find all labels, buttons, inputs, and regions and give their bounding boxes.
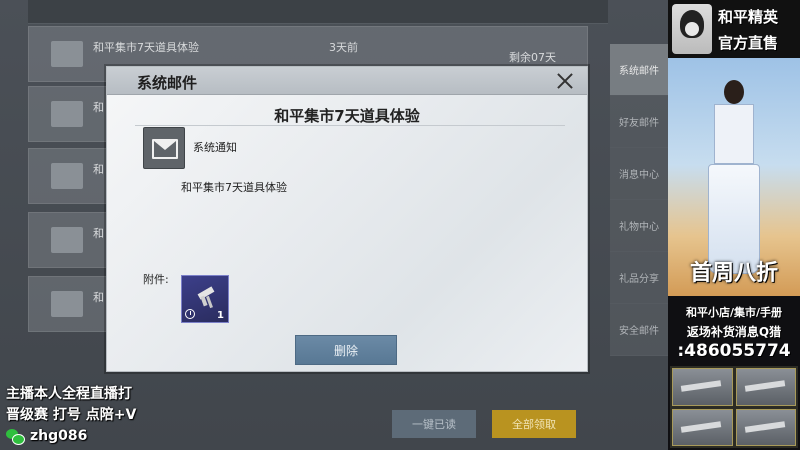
mail-body-text: 和平集市7天道具体验 [181, 181, 287, 194]
streamer-avatar [672, 4, 712, 54]
ad-item-thumbnail [735, 368, 796, 406]
wechat-icon [6, 428, 25, 445]
mail-row-remain: 剩余07天 [509, 51, 556, 64]
tab-gift-share[interactable]: 礼品分享 [610, 252, 668, 304]
ad-item-thumbnail [672, 368, 733, 406]
divider [135, 125, 565, 126]
envelope-icon [51, 227, 83, 253]
stream-overlay-text: 主播本人全程直播打 晋级赛 打号 点陪+V zhg086 [6, 384, 136, 447]
system-mail-icon [143, 127, 185, 169]
tab-friend-mail[interactable]: 好友邮件 [610, 96, 668, 148]
top-bar [28, 0, 608, 24]
tab-gift-center[interactable]: 礼物中心 [610, 200, 668, 252]
envelope-icon [51, 291, 83, 317]
mail-row-title: 和 [93, 291, 104, 304]
close-icon[interactable] [553, 69, 577, 93]
clock-icon [185, 309, 195, 319]
submachine-gun-icon [196, 286, 216, 312]
envelope-icon [51, 163, 83, 189]
stream-ad-panel: 和平精英 官方直售 首周八折 和平小店/集市/手册 返场补货消息Q猎 :4860… [668, 0, 800, 450]
mail-row-time: 3天前 [329, 41, 358, 54]
wechat-contact: zhg086 [6, 426, 136, 447]
ad-title-line-2: 官方直售 [718, 34, 779, 52]
envelope-icon [51, 41, 83, 67]
mail-row-title: 和 [93, 163, 104, 176]
modal-title: 系统邮件 [137, 74, 198, 92]
wechat-id: zhg086 [30, 428, 88, 444]
attachment-count: 1 [217, 310, 224, 321]
mail-heading: 和平集市7天道具体验 [274, 107, 420, 125]
delete-button[interactable]: 删除 [295, 335, 397, 365]
ad-item-thumbnail [735, 408, 796, 446]
mail-category-tabs: 系统邮件 好友邮件 消息中心 礼物中心 礼品分享 安全邮件 [610, 44, 668, 356]
mail-row-title: 和平集市7天道具体验 [93, 41, 199, 54]
claim-all-button[interactable]: 全部领取 [492, 410, 576, 438]
ad-text-line-3: :486055774 [677, 341, 791, 361]
ad-text-line-2: 返场补货消息Q猎 [686, 325, 782, 339]
tab-message-center[interactable]: 消息中心 [610, 148, 668, 200]
attachment-item-smg[interactable]: 1 [181, 275, 229, 323]
mail-row-title: 和 [93, 227, 104, 240]
tab-security-mail[interactable]: 安全邮件 [610, 304, 668, 356]
sender-name: 系统通知 [193, 141, 237, 154]
modal-header: 系统邮件 [107, 67, 587, 95]
mail-detail-modal: 系统邮件 和平集市7天道具体验 系统通知 和平集市7天道具体验 附件: 1 删除 [106, 66, 588, 372]
ad-title-line-1: 和平精英 [718, 8, 779, 26]
overlay-line-2: 晋级赛 打号 点陪+V [6, 407, 137, 423]
ad-promo-text: 首周八折 [689, 261, 778, 286]
envelope-icon [51, 101, 83, 127]
tab-system-mail[interactable]: 系统邮件 [610, 44, 668, 96]
ad-item-thumbnail [672, 408, 733, 446]
attachment-label: 附件: [143, 273, 169, 286]
ad-header: 和平精英 官方直售 [668, 0, 800, 58]
ad-text-line-1: 和平小店/集市/手册 [685, 306, 783, 319]
overlay-line-1: 主播本人全程直播打 [6, 386, 132, 402]
mail-row-title: 和 [93, 101, 104, 114]
ad-item-grid [670, 366, 798, 448]
mark-all-read-button[interactable]: 一键已读 [392, 410, 476, 438]
